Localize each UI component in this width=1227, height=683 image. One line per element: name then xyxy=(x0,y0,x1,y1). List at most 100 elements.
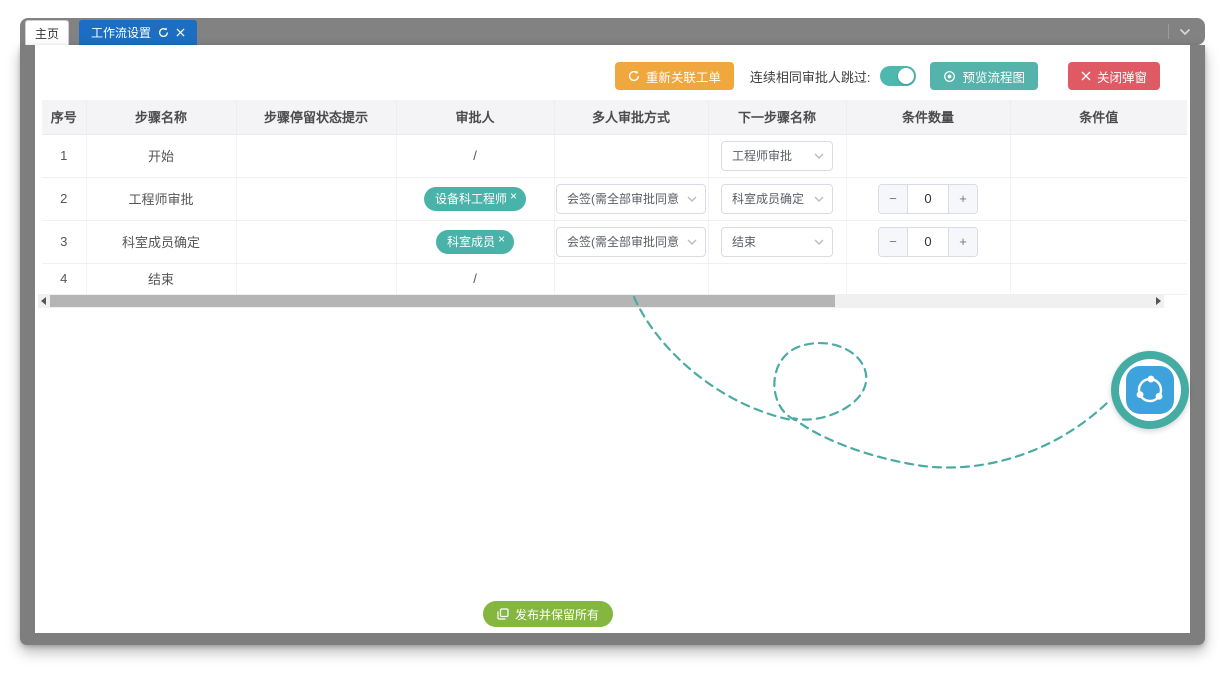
skip-same-approver-label: 连续相同审批人跳过: xyxy=(750,67,871,86)
cell-condition-count xyxy=(846,134,1010,177)
chevron-down-icon xyxy=(687,196,697,202)
header-condition-value: 条件值 xyxy=(1010,100,1187,134)
scrollbar-thumb[interactable] xyxy=(50,295,835,307)
app-window: 主页 工作流设置 xyxy=(20,18,1205,645)
chevron-down-icon xyxy=(814,196,824,202)
multi-approval-value: 会签(需全部审批同意 xyxy=(567,233,679,250)
remove-tag-icon[interactable]: × xyxy=(498,233,505,245)
preview-flowchart-label: 预览流程图 xyxy=(962,67,1025,86)
table-row: 1 开始 / 工程师审批 xyxy=(42,134,1187,177)
next-step-value: 工程师审批 xyxy=(732,147,792,164)
refresh-tab-icon[interactable] xyxy=(158,27,169,38)
cell-stay-hint xyxy=(236,177,396,220)
toolbar: 重新关联工单 连续相同审批人跳过: 预览流程图 关闭弹窗 xyxy=(615,62,1160,90)
multi-approval-select[interactable]: 会签(需全部审批同意 xyxy=(556,184,706,214)
tabbar-right-controls xyxy=(1168,22,1191,41)
publish-keep-all-label: 发布并保留所有 xyxy=(515,606,599,623)
header-stay-hint: 步骤停留状态提示 xyxy=(236,100,396,134)
cell-multi-mode: 会签(需全部审批同意 xyxy=(554,177,708,220)
approver-tag-label: 设备科工程师 xyxy=(435,190,507,207)
toggle-knob xyxy=(898,68,914,84)
cell-condition-count: − 0 + xyxy=(846,177,1010,220)
cell-stay-hint xyxy=(236,263,396,294)
header-seq: 序号 xyxy=(42,100,86,134)
cell-condition-count: − 0 + xyxy=(846,220,1010,263)
copy-icon xyxy=(497,608,509,620)
cell-approver: / xyxy=(396,134,554,177)
cell-multi-mode: 会签(需全部审批同意 xyxy=(554,220,708,263)
header-approver: 审批人 xyxy=(396,100,554,134)
cell-seq: 3 xyxy=(42,220,86,263)
close-tab-icon[interactable] xyxy=(176,28,185,37)
scroll-left-arrow[interactable] xyxy=(41,297,46,305)
tab-home-label: 主页 xyxy=(35,25,59,42)
stepper-increase-button[interactable]: + xyxy=(948,228,977,256)
next-step-select[interactable]: 科室成员确定 xyxy=(721,184,833,214)
cell-condition-value xyxy=(1010,220,1187,263)
condition-count-stepper: − 0 + xyxy=(878,184,978,214)
skip-same-approver-toggle[interactable] xyxy=(880,66,916,86)
stepper-increase-button[interactable]: + xyxy=(948,185,977,213)
cell-approver: 设备科工程师 × xyxy=(396,177,554,220)
relink-workorder-label: 重新关联工单 xyxy=(646,67,721,86)
preview-flowchart-button[interactable]: 预览流程图 xyxy=(930,62,1038,90)
cell-next-step: 结束 xyxy=(708,220,846,263)
share-icon xyxy=(1126,366,1174,414)
cell-seq: 2 xyxy=(42,177,86,220)
cell-stay-hint xyxy=(236,220,396,263)
cell-seq: 1 xyxy=(42,134,86,177)
relink-workorder-button[interactable]: 重新关联工单 xyxy=(615,62,734,90)
stepper-decrease-button[interactable]: − xyxy=(879,228,908,256)
tabbar-separator xyxy=(1168,24,1169,39)
cell-approver: / xyxy=(396,263,554,294)
chevron-down-icon xyxy=(814,153,824,159)
next-step-value: 结束 xyxy=(732,233,756,250)
approver-tag: 设备科工程师 × xyxy=(424,187,526,211)
cell-stay-hint xyxy=(236,134,396,177)
multi-approval-select[interactable]: 会签(需全部审批同意 xyxy=(556,227,706,257)
share-floating-button[interactable] xyxy=(1111,351,1189,429)
tab-workflow-settings[interactable]: 工作流设置 xyxy=(79,20,197,45)
next-step-select[interactable]: 工程师审批 xyxy=(721,141,833,171)
scroll-right-arrow[interactable] xyxy=(1156,297,1161,305)
window-frame: 重新关联工单 连续相同审批人跳过: 预览流程图 关闭弹窗 xyxy=(20,45,1205,645)
cell-condition-value xyxy=(1010,263,1187,294)
cell-approver: 科室成员 × xyxy=(396,220,554,263)
header-step-name: 步骤名称 xyxy=(86,100,236,134)
stepper-value[interactable]: 0 xyxy=(908,185,948,213)
multi-approval-value: 会签(需全部审批同意 xyxy=(567,190,679,207)
close-popup-button[interactable]: 关闭弹窗 xyxy=(1068,62,1160,90)
chevron-down-icon[interactable] xyxy=(1179,28,1191,36)
horizontal-scrollbar xyxy=(38,294,1164,308)
cell-condition-value xyxy=(1010,134,1187,177)
cell-multi-mode xyxy=(554,263,708,294)
cell-next-step xyxy=(708,263,846,294)
remove-tag-icon[interactable]: × xyxy=(510,190,517,202)
cell-multi-mode xyxy=(554,134,708,177)
workflow-table: 序号 步骤名称 步骤停留状态提示 审批人 多人审批方式 下一步骤名称 条件数量 … xyxy=(42,100,1187,295)
tab-home[interactable]: 主页 xyxy=(25,20,69,45)
refresh-icon xyxy=(628,70,640,82)
cell-step-name: 开始 xyxy=(86,134,236,177)
cell-step-name: 科室成员确定 xyxy=(86,220,236,263)
stepper-value[interactable]: 0 xyxy=(908,228,948,256)
chevron-down-icon xyxy=(814,239,824,245)
cell-condition-count xyxy=(846,263,1010,294)
publish-keep-all-button[interactable]: 发布并保留所有 xyxy=(483,601,613,627)
stepper-decrease-button[interactable]: − xyxy=(879,185,908,213)
close-popup-label: 关闭弹窗 xyxy=(1097,67,1147,86)
condition-count-stepper: − 0 + xyxy=(878,227,978,257)
share-button-ring xyxy=(1119,359,1181,421)
cell-step-name: 结束 xyxy=(86,263,236,294)
table-row: 4 结束 / xyxy=(42,263,1187,294)
approver-tag: 科室成员 × xyxy=(436,230,514,254)
next-step-select[interactable]: 结束 xyxy=(721,227,833,257)
chevron-down-icon xyxy=(687,239,697,245)
cell-next-step: 科室成员确定 xyxy=(708,177,846,220)
header-condition-count: 条件数量 xyxy=(846,100,1010,134)
tab-workflow-label: 工作流设置 xyxy=(91,24,151,41)
eye-icon xyxy=(943,70,956,83)
cell-condition-value xyxy=(1010,177,1187,220)
tab-bar: 主页 工作流设置 xyxy=(20,18,1205,45)
table-row: 2 工程师审批 设备科工程师 × 会签(需全部审批同意 xyxy=(42,177,1187,220)
